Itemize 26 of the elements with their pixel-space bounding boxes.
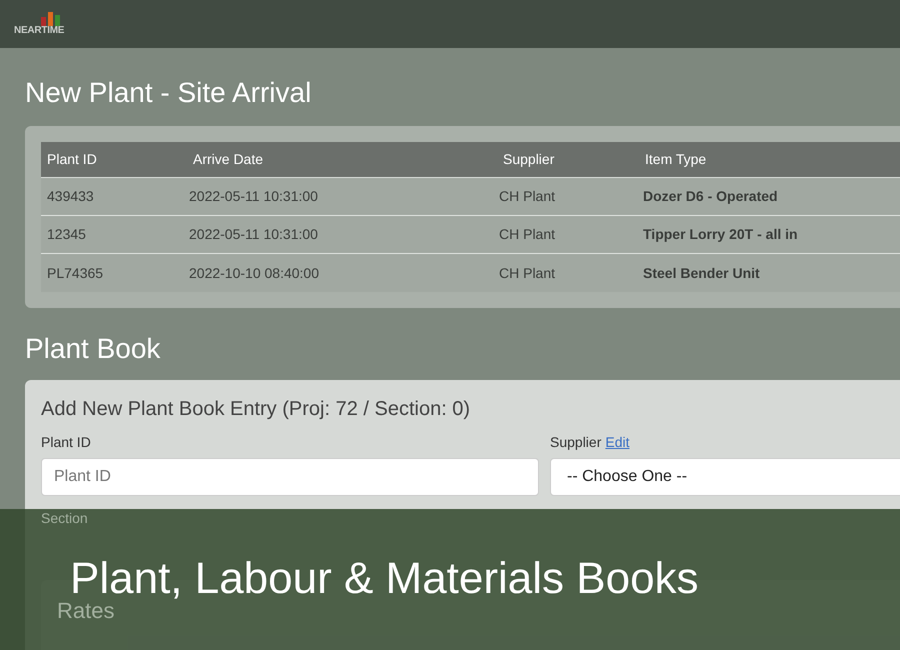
column-header: Arrive Date bbox=[192, 150, 264, 169]
table-cell-text: Steel Bender Unit bbox=[642, 264, 761, 282]
column-header: Item Type bbox=[644, 150, 708, 169]
logo: NEARTIME bbox=[14, 12, 64, 36]
table-cell-text: Tipper Lorry 20T - all in bbox=[642, 225, 799, 244]
table-cell-text: 439433 bbox=[46, 187, 95, 206]
table-cell-text: 2022-05-11 10:31:00 bbox=[188, 225, 319, 244]
plant-id-field[interactable]: Plant ID bbox=[41, 458, 539, 496]
field-label: Supplier bbox=[550, 433, 602, 452]
field-label: Section bbox=[41, 509, 88, 528]
bar-chart-icon bbox=[41, 12, 63, 26]
column-header: Supplier bbox=[502, 150, 556, 169]
field-label: Plant ID bbox=[41, 433, 92, 452]
table-cell-text: CH Plant bbox=[498, 187, 556, 206]
table-cell-text: CH Plant bbox=[498, 225, 556, 244]
form-title: Add New Plant Book Entry (Proj: 72 / Section: 0) bbox=[41, 397, 472, 422]
column-header: Plant ID bbox=[46, 150, 98, 169]
table-cell-text: CH Plant bbox=[498, 264, 556, 282]
section-title: Plant Book bbox=[25, 332, 162, 366]
table-cell-text: 2022-10-10 08:40:00 bbox=[188, 264, 320, 282]
table-cell-text: 2022-05-11 10:31:00 bbox=[188, 187, 319, 206]
table-cell-text: 12345 bbox=[46, 225, 87, 244]
supplier-select[interactable]: -- Choose One -- bbox=[550, 458, 900, 496]
table-cell-text: PL74365 bbox=[46, 264, 104, 282]
table-cell-text: Dozer D6 - Operated bbox=[642, 187, 779, 206]
page-title: New Plant - Site Arrival bbox=[25, 76, 312, 110]
